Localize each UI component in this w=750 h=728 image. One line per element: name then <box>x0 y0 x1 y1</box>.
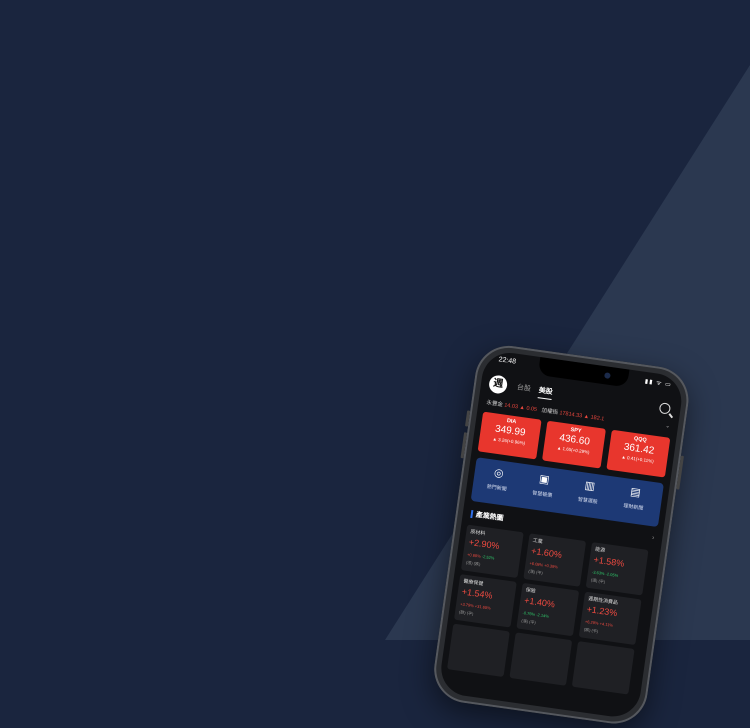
sector-legend: (漲) (跌) <box>465 559 481 567</box>
volume-button <box>464 410 471 427</box>
sector-legend: (跌) (平) <box>458 609 474 617</box>
sector-name: 能源 <box>594 546 606 554</box>
sector-tile[interactable]: 工業 +1.60% +6.08% +0.39% (漲) (平) <box>523 533 587 587</box>
chart-book-icon: ▣ <box>538 473 551 487</box>
globe-icon: ◎ <box>493 466 505 481</box>
sector-change: +1.58% <box>593 554 625 569</box>
sector-legend: (跌) (平) <box>583 626 599 634</box>
sector-tile[interactable] <box>447 623 510 678</box>
quick-action-label: 理財新聞 <box>622 503 644 512</box>
index-card-spy[interactable]: SPY 436.60 ▲ 1.65(+0.29%) <box>541 420 606 469</box>
app-logo[interactable]: 週 <box>487 374 509 395</box>
signal-wifi-battery-icon: ▮▮ ᯤ ▭ <box>644 378 673 389</box>
sector-name: 原材料 <box>469 529 486 538</box>
ticker-name: 加權指 <box>541 407 559 417</box>
sector-legend: (漲) (平) <box>590 577 606 585</box>
ticker-change: ▲ 182.1 <box>583 413 605 423</box>
bar-chart-icon: ▥ <box>583 479 596 493</box>
chevron-down-icon[interactable]: ⌄ <box>665 423 670 430</box>
quick-action-hot-news[interactable]: ◎ 熱門新聞 <box>474 463 521 494</box>
sector-legend: (漲) (平) <box>521 618 537 625</box>
sector-legend: (漲) (平) <box>528 568 544 576</box>
ticker-name: 永豐金 <box>486 400 504 409</box>
quick-action-label: 熱門新聞 <box>486 483 507 493</box>
search-icon[interactable] <box>658 402 672 415</box>
sector-tile[interactable] <box>509 632 573 686</box>
news-icon: ▤ <box>629 485 642 500</box>
sector-breakdown: +6.29% +4.11% <box>584 618 614 628</box>
index-card-dia[interactable]: DIA 349.99 ▲ 3.26(+0.96%) <box>477 411 542 460</box>
sector-tile[interactable]: 能源 +1.58% -3.63% -2.05% (漲) (平) <box>585 542 649 596</box>
sector-heatmap: 原材料 +2.90% +0.65% -2.52% (漲) (跌) 工業 +1.6… <box>444 524 655 720</box>
section-title-label: 產業熱圖 <box>475 511 504 523</box>
quick-action-smart-quote[interactable]: ▣ 智慧報價 <box>520 470 567 501</box>
phone-mockup: 22:48 ▮▮ ᯤ ▭ 週 台股 美股 永豐金 14.03 ▲ 0.05 加權… <box>429 341 693 728</box>
quick-action-stock-picker[interactable]: ▥ 智慧選股 <box>566 476 613 507</box>
index-card-qqq[interactable]: QQQ 361.42 ▲ 0.41(+0.11%) <box>606 429 671 478</box>
sector-tile[interactable] <box>571 641 635 695</box>
sector-change: +1.54% <box>461 586 494 601</box>
sector-breakdown: +6.08% +0.39% <box>529 560 559 570</box>
tab-tw-stocks[interactable]: 台股 <box>516 382 531 394</box>
ticker-price: 17814.33 <box>558 410 583 420</box>
status-time: 22:48 <box>498 356 517 366</box>
quick-action-finance-news[interactable]: ▤ 理財新聞 <box>611 483 658 514</box>
sector-change: +1.40% <box>523 595 556 610</box>
quick-action-label: 智慧報價 <box>531 490 553 500</box>
sector-change: +1.60% <box>530 545 563 560</box>
sector-tile[interactable]: 原材料 +2.90% +0.65% -2.52% (漲) (跌) <box>460 524 524 579</box>
sector-name: 醫療保健 <box>462 578 484 588</box>
sector-tile[interactable]: 醫療保健 +1.54% +3.79% +31.65% (跌) (平) <box>453 574 517 628</box>
quick-action-label: 智慧選股 <box>577 496 599 506</box>
phone-screen: 22:48 ▮▮ ᯤ ▭ 週 台股 美股 永豐金 14.03 ▲ 0.05 加權… <box>437 349 685 721</box>
sector-tile[interactable]: 保險 +1.40% -0.76% -2.14% (漲) (平) <box>516 582 580 637</box>
sector-change: +2.90% <box>468 536 501 552</box>
sector-tile[interactable]: 週期性消費品 +1.23% +6.29% +4.11% (跌) (平) <box>578 591 642 646</box>
tab-us-stocks[interactable]: 美股 <box>538 385 553 397</box>
sector-breakdown: -3.63% -2.05% <box>591 569 619 578</box>
ticker-change: ▲ 0.05 <box>519 404 538 414</box>
sector-breakdown: -0.76% -2.14% <box>522 610 550 619</box>
sector-name: 保險 <box>525 587 537 595</box>
sector-name: 工業 <box>532 537 544 546</box>
chevron-right-icon[interactable]: › <box>651 534 654 541</box>
sector-breakdown: +0.65% -2.52% <box>466 551 495 561</box>
sector-change: +1.23% <box>586 604 618 619</box>
ticker-price: 14.03 <box>503 402 519 411</box>
